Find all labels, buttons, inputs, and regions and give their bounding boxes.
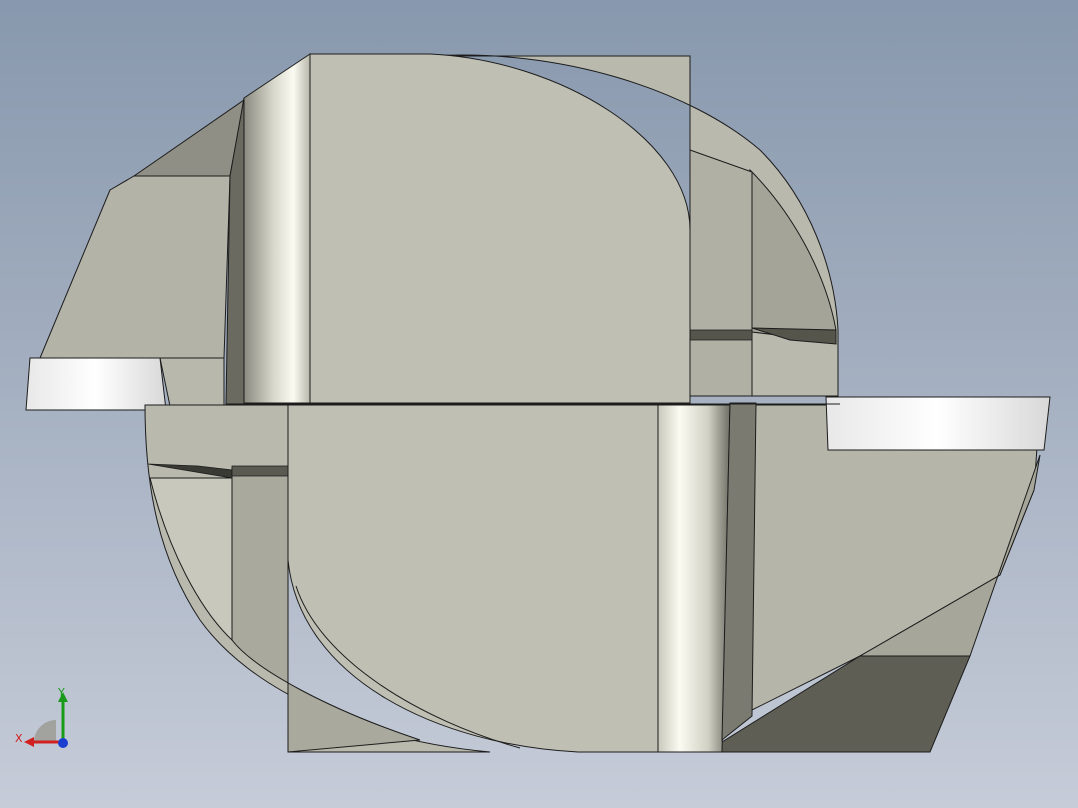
lower-left-band [149, 477, 233, 642]
upper-left-side [39, 175, 231, 359]
triad-x-label: X [15, 732, 23, 745]
coordinate-triad: X Y [12, 684, 76, 754]
cad-model[interactable] [0, 0, 1078, 808]
right-insert[interactable] [825, 396, 1051, 451]
lower-main-face [287, 404, 659, 753]
upper-slot-groove [689, 329, 753, 341]
upper-slot-face [689, 149, 753, 397]
lower-body [144, 396, 1051, 753]
upper-main-face [309, 53, 691, 404]
upper-flute [243, 53, 311, 404]
graphics-viewport[interactable]: X Y [0, 0, 1078, 808]
upper-left-lower [159, 357, 225, 407]
triad-y-label: Y [58, 686, 65, 699]
upper-left-chamfer-top [132, 98, 245, 177]
upper-body [25, 53, 839, 411]
lower-flute [657, 404, 731, 753]
lower-slot-groove [231, 465, 289, 477]
left-insert[interactable] [25, 357, 167, 411]
